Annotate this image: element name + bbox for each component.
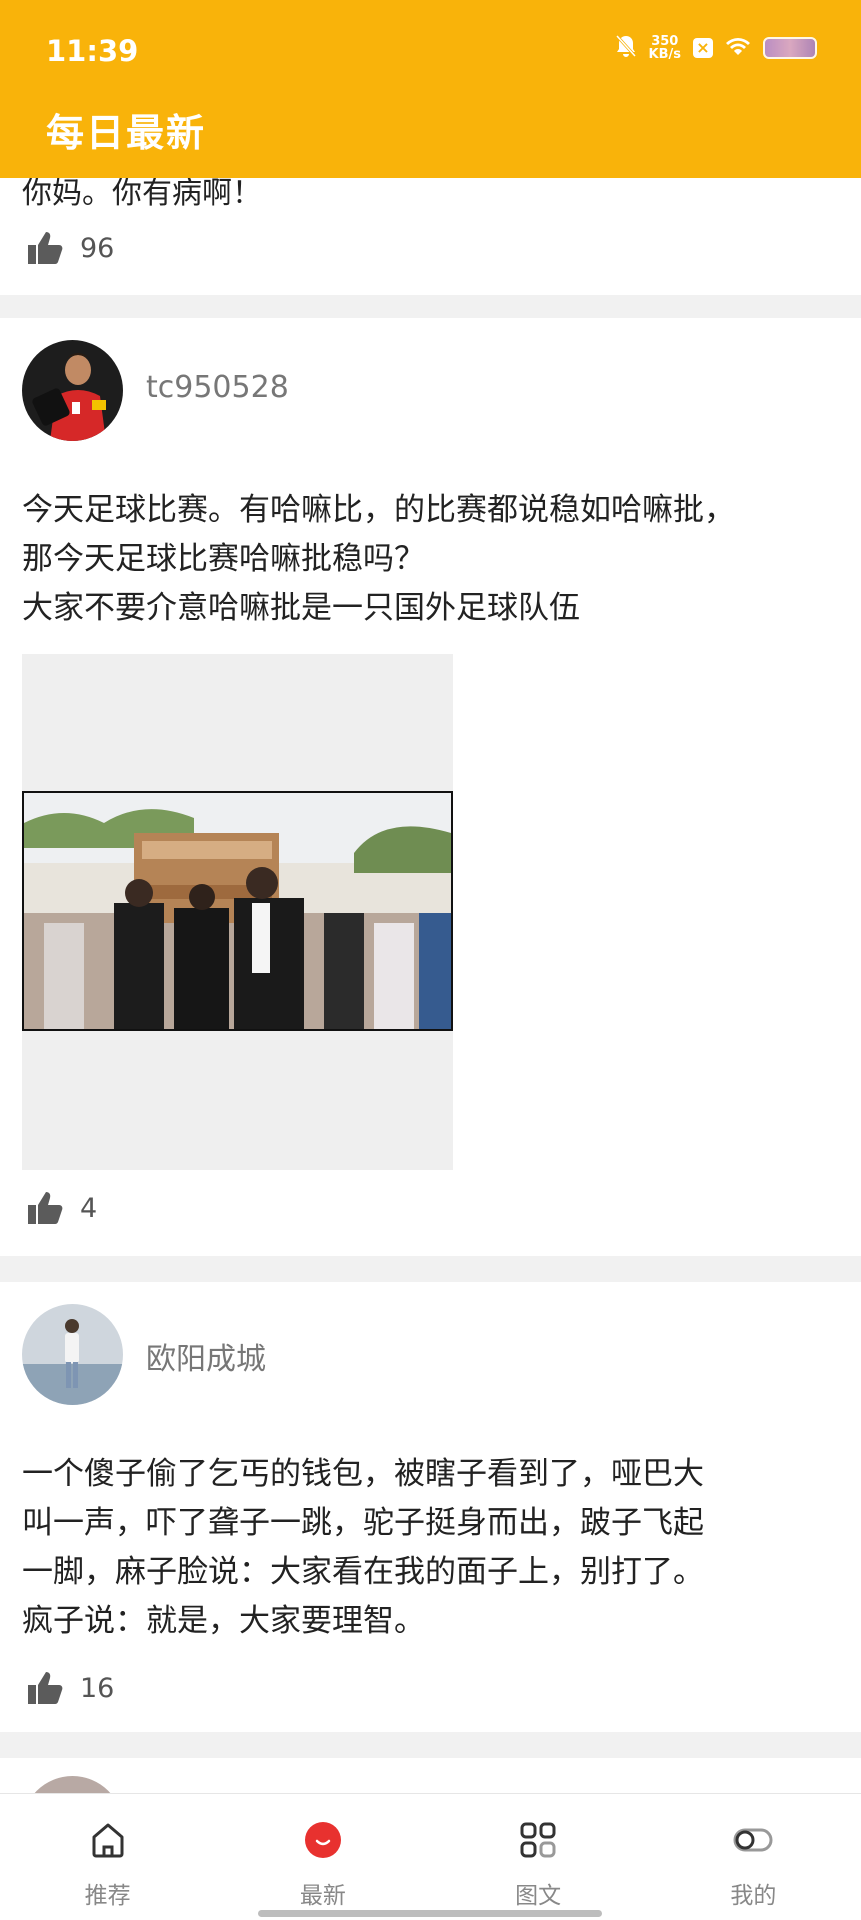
page-title: 每日最新 bbox=[46, 111, 207, 155]
avatar[interactable] bbox=[22, 1304, 123, 1405]
post-image[interactable] bbox=[22, 654, 453, 1170]
network-speed: 350 KB/s bbox=[649, 35, 681, 61]
bottom-nav: 推荐 最新 图文 我的 bbox=[0, 1793, 861, 1920]
post-text: 今天足球比赛。有哈嘛比，的比赛都说稳如哈嘛批， 那今天足球比赛哈嘛批稳吗？ 大家… bbox=[22, 492, 735, 626]
tab-mine[interactable]: 我的 bbox=[646, 1794, 861, 1920]
post-card[interactable]: 欧阳成城 一个傻子偷了乞丐的钱包，被瞎子看到了，哑巴大 叫一声，吓了聋子一跳，驼… bbox=[0, 1282, 861, 1732]
thumbs-up-icon[interactable] bbox=[26, 1670, 64, 1706]
thumbs-up-icon[interactable] bbox=[26, 1190, 64, 1226]
tab-label: 图文 bbox=[515, 1883, 562, 1909]
username[interactable]: 欧阳成城 bbox=[146, 1334, 266, 1378]
coffin-dance-gif bbox=[22, 791, 453, 1031]
like-count: 96 bbox=[80, 232, 115, 264]
latest-dot-icon bbox=[303, 1820, 343, 1864]
status-icons: 350 KB/s × bbox=[615, 34, 817, 62]
status-time: 11:39 bbox=[46, 34, 139, 68]
home-icon bbox=[88, 1820, 128, 1864]
tab-label: 我的 bbox=[730, 1883, 777, 1909]
like-count: 16 bbox=[80, 1672, 115, 1704]
post-card[interactable]: tc950528 今天足球比赛。有哈嘛比，的比赛都说稳如哈嘛批， 那今天足球比赛… bbox=[0, 318, 861, 1256]
speed-unit: KB/s bbox=[648, 47, 681, 62]
like-count: 4 bbox=[80, 1192, 98, 1224]
tab-label: 最新 bbox=[299, 1883, 346, 1909]
like-row[interactable]: 4 bbox=[26, 1190, 97, 1226]
tab-label: 推荐 bbox=[84, 1883, 131, 1909]
app-header: 11:39 350 KB/s × 每日最新 bbox=[0, 0, 861, 178]
tab-latest[interactable]: 最新 bbox=[215, 1794, 430, 1920]
grid-icon bbox=[518, 1820, 558, 1864]
profile-toggle-icon bbox=[733, 1820, 773, 1864]
mute-bell-icon bbox=[615, 34, 637, 62]
battery-icon bbox=[763, 37, 817, 59]
home-indicator[interactable] bbox=[258, 1910, 602, 1917]
avatar[interactable] bbox=[22, 340, 123, 441]
tab-image-text[interactable]: 图文 bbox=[431, 1794, 646, 1920]
thumbs-up-icon[interactable] bbox=[26, 230, 64, 266]
like-row[interactable]: 16 bbox=[26, 1670, 114, 1706]
post-text: 一个傻子偷了乞丐的钱包，被瞎子看到了，哑巴大 叫一声，吓了聋子一跳，驼子挺身而出… bbox=[22, 1456, 704, 1639]
tab-recommend[interactable]: 推荐 bbox=[0, 1794, 215, 1920]
username[interactable]: tc950528 bbox=[146, 370, 289, 405]
x-app-icon: × bbox=[693, 38, 713, 58]
like-row[interactable]: 96 bbox=[26, 230, 114, 266]
wifi-icon bbox=[725, 36, 751, 60]
